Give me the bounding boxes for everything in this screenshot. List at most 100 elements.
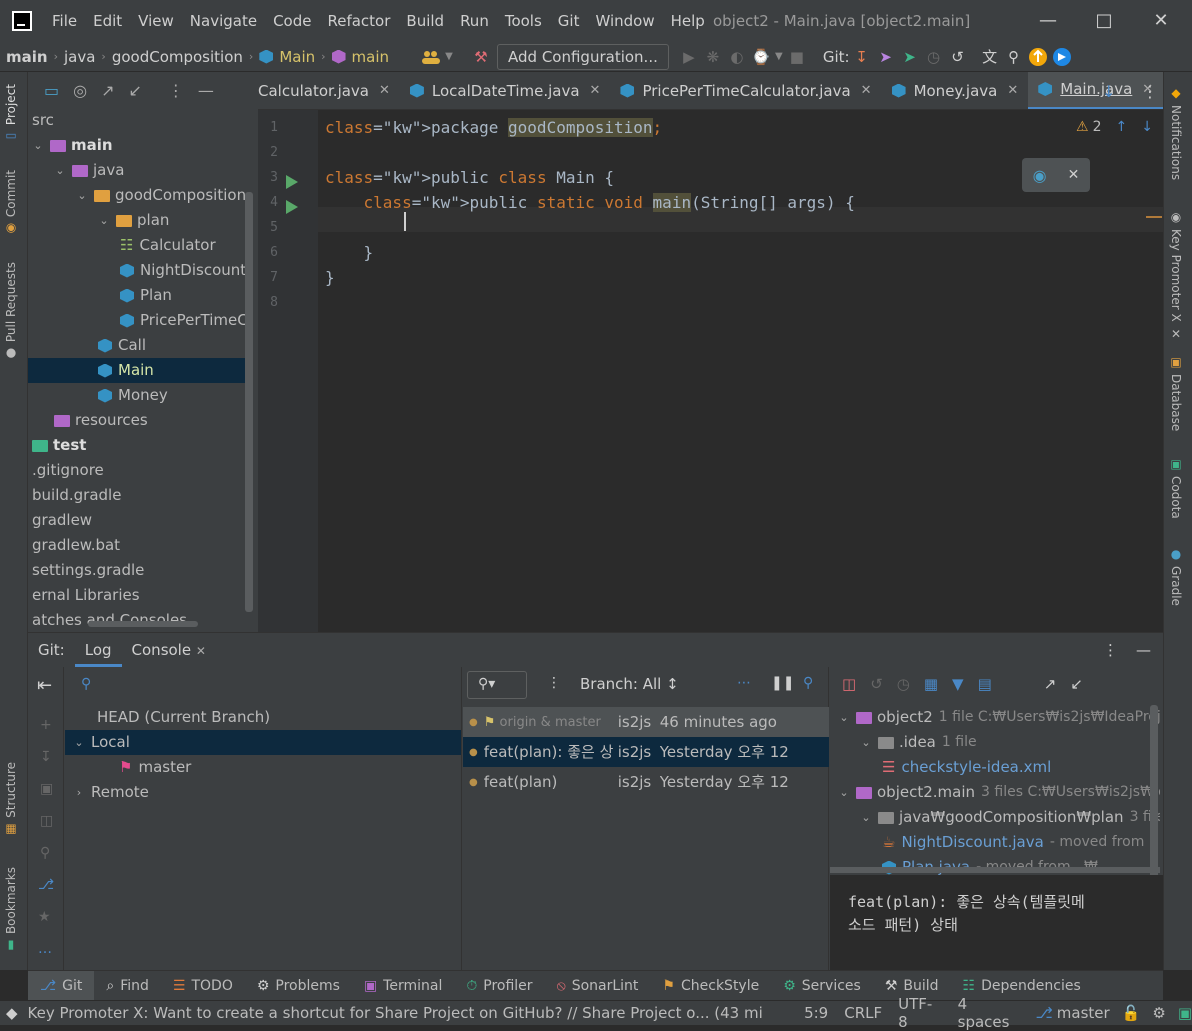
layout-icon[interactable]: ▤ <box>978 675 992 693</box>
tree-item-src[interactable]: src <box>28 108 54 133</box>
tool-window-profiler[interactable]: ⏱ Profiler <box>454 971 544 1001</box>
code-line[interactable]: class="kw">package goodComposition; <box>325 118 662 137</box>
line-separator[interactable]: CRLF <box>844 1004 882 1022</box>
chevron-down-icon[interactable]: ⌄ <box>98 208 110 233</box>
branch-filter[interactable]: Branch: All ↕ <box>580 675 679 693</box>
delete-icon[interactable]: ▣ <box>40 781 53 797</box>
menu-build[interactable]: Build <box>398 0 452 42</box>
previous-highlight-icon[interactable]: ↑ <box>1115 119 1127 135</box>
change-item[interactable]: ☕ NightDiscount.java - moved from <box>830 830 1144 855</box>
project-tool-tab[interactable]: ▭ Project <box>4 84 18 144</box>
tabs-scroll-down-icon[interactable]: ↓ <box>1102 82 1115 101</box>
pull-requests-tool-tab[interactable]: ● Pull Requests <box>4 262 18 361</box>
checkout-icon[interactable]: ↧ <box>40 749 52 765</box>
status-icon[interactable]: ◆ <box>6 1004 18 1022</box>
indent-setting[interactable]: 4 spaces <box>958 995 1024 1031</box>
expand-all-icon[interactable]: ↗ <box>1044 675 1057 693</box>
codota-logo-icon[interactable] <box>1050 45 1074 69</box>
tab-localdatetime-java[interactable]: LocalDateTime.java ✕ <box>400 72 611 109</box>
tree-item-settings-gradle[interactable]: settings.gradle <box>28 558 144 583</box>
chevron-down-icon[interactable]: ⌄ <box>32 133 44 158</box>
git-push-icon[interactable]: ➤ <box>898 45 922 69</box>
git-branch-widget[interactable]: master <box>1057 1004 1110 1022</box>
users-icon[interactable] <box>419 45 443 69</box>
tree-item-resources[interactable]: resources <box>28 408 148 433</box>
commit-row[interactable]: ● ⚑ origin & master is2js 46 minutes ago <box>463 707 829 737</box>
change-item[interactable]: ⌄ .idea 1 file <box>830 730 976 755</box>
collapse-all-icon[interactable]: ↙ <box>129 81 142 100</box>
tree-item-main[interactable]: ⌄ main <box>28 133 112 158</box>
error-stripe-marker[interactable] <box>1146 216 1162 218</box>
tool-window-problems[interactable]: ⚙ Problems <box>245 971 352 1001</box>
breadcrumb-package[interactable]: goodComposition <box>108 48 247 66</box>
close-icon[interactable]: ✕ <box>196 644 206 658</box>
commit-row[interactable]: ● feat(plan): 좋은 상속is2js Yesterday 오후 12:4 <box>463 737 829 767</box>
close-icon[interactable]: ✕ <box>590 83 601 98</box>
search-icon[interactable]: ⚲ <box>40 845 50 861</box>
select-opened-file-icon[interactable]: ◎ <box>73 81 87 100</box>
tool-window-todo[interactable]: ☰ TODO <box>161 971 245 1001</box>
cursor-position[interactable]: 5:9 <box>804 1004 828 1022</box>
code-line[interactable]: } <box>325 243 374 262</box>
key-promoter-tool-tab[interactable]: ◉ Key Promoter X ✕ <box>1169 210 1183 341</box>
group-by-icon[interactable]: ▦ <box>924 675 938 693</box>
options-kebab-icon[interactable]: ⋮ <box>547 675 561 691</box>
tree-item-plan[interactable]: ⌄ plan <box>28 208 169 233</box>
tree-item-java[interactable]: ⌄ java <box>28 158 124 183</box>
tree-item-gradlew-bat[interactable]: gradlew.bat <box>28 533 120 558</box>
chevron-down-icon[interactable]: ⌄ <box>54 158 66 183</box>
tool-window-terminal[interactable]: ▣ Terminal <box>352 971 454 1001</box>
add-configuration-button[interactable]: Add Configuration... <box>497 43 669 70</box>
breadcrumb-method[interactable]: main <box>328 48 393 66</box>
tree-item-money[interactable]: Money <box>28 383 168 408</box>
tool-window-find[interactable]: ⌕ Find <box>94 971 161 1001</box>
collapse-all-icon[interactable]: ↙ <box>1070 675 1083 693</box>
more-filters-icon[interactable]: ⋯ <box>737 675 751 691</box>
tree-item-ernal-libraries[interactable]: ernal Libraries <box>28 583 140 608</box>
codota-floating-widget[interactable]: ◉ ✕ <box>1022 158 1090 192</box>
tree-item-atches-and-consoles[interactable]: atches and Consoles <box>28 608 187 632</box>
branch-head[interactable]: HEAD (Current Branch) <box>65 705 461 730</box>
menu-git[interactable]: Git <box>550 0 588 42</box>
diff-icon[interactable]: ◫ <box>842 675 856 693</box>
tree-item-main[interactable]: Main <box>28 358 246 383</box>
menu-code[interactable]: Code <box>265 0 319 42</box>
tree-item-call[interactable]: Call <box>28 333 146 358</box>
change-item[interactable]: ⌄java₩goodComposition₩plan3 files <box>830 805 1160 830</box>
change-item[interactable]: ☰ checkstyle-idea.xml <box>830 755 1057 780</box>
run-gutter-icon[interactable] <box>286 200 298 214</box>
tool-window-sonarlint[interactable]: ⦸ SonarLint <box>545 971 651 1001</box>
breadcrumb-main[interactable]: main <box>0 48 52 66</box>
branch-icon[interactable]: ⎇ <box>38 877 54 893</box>
stop-icon[interactable]: ■ <box>785 45 809 69</box>
tabs-more-kebab-icon[interactable]: ⋮ <box>1142 82 1158 101</box>
inspector-icon[interactable]: ⚙ <box>1152 1004 1165 1022</box>
commit-tool-tab[interactable]: ◉ Commit <box>4 170 18 236</box>
history-icon[interactable]: ◷ <box>922 45 946 69</box>
favorite-star-icon[interactable]: ★ <box>38 909 51 925</box>
options-kebab-icon[interactable]: ⋮ <box>1103 641 1118 659</box>
expand-all-icon[interactable]: ↗ <box>101 81 114 100</box>
close-icon[interactable]: ✕ <box>1068 167 1080 183</box>
notifications-tool-tab[interactable]: ◆ Notifications <box>1169 86 1183 180</box>
history-icon[interactable]: ◷ <box>897 675 910 693</box>
tree-item-gradlew[interactable]: gradlew <box>28 508 92 533</box>
search-icon[interactable]: ⚲ <box>803 675 813 691</box>
git-commit-icon[interactable]: ➤ <box>874 45 898 69</box>
codota-status-icon[interactable]: ▣ <box>1178 1004 1192 1022</box>
tool-window-checkstyle[interactable]: ⚑ CheckStyle <box>650 971 771 1001</box>
minimize-button[interactable]: — <box>1020 0 1076 42</box>
build-hammer-icon[interactable]: ⚒ <box>469 45 493 69</box>
tab-log[interactable]: Log <box>74 633 122 667</box>
intellij-logo-icon[interactable] <box>12 11 32 31</box>
inspection-widget[interactable]: ⚠ 2 ↑ ↓ <box>1076 119 1153 135</box>
branch-local-group[interactable]: ⌄ Local <box>65 730 461 755</box>
tab-money-java[interactable]: Money.java ✕ <box>882 72 1029 109</box>
chevron-down-icon[interactable]: ⌄ <box>838 705 850 730</box>
more-run-dropdown-icon[interactable]: ▼ <box>773 45 785 69</box>
close-icon[interactable]: ✕ <box>1169 327 1183 341</box>
breadcrumb-java[interactable]: java <box>60 48 99 66</box>
status-message[interactable]: Key Promoter X: Want to create a shortcu… <box>28 1004 765 1022</box>
menu-tools[interactable]: Tools <box>497 0 550 42</box>
add-icon[interactable]: + <box>40 717 52 733</box>
